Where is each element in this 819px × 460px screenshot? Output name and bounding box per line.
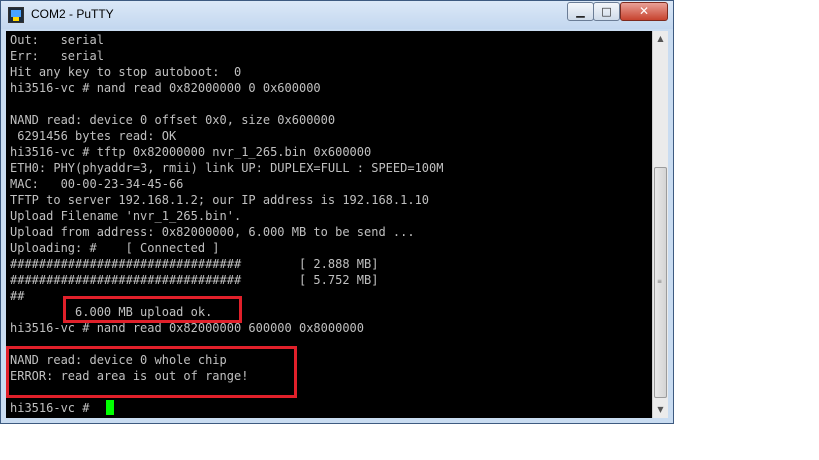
terminal-line: Out: serial [10,33,104,47]
terminal-line: NAND read: device 0 offset 0x0, size 0x6… [10,113,336,127]
window-title: COM2 - PuTTY [31,7,114,21]
terminal-line: Err: serial [10,49,104,63]
app-icon-bolt [13,17,19,21]
terminal-line: Uploading: # [ Connected ] [10,241,220,255]
terminal-line: ################################ [ 2.888… [10,257,379,271]
minimize-button[interactable]: ▁ [567,2,594,21]
vertical-scrollbar[interactable]: ▲ ≡ ▼ [652,31,668,418]
scrollbar-thumb[interactable]: ≡ [654,167,667,398]
close-button[interactable]: ✕ [620,2,668,21]
terminal-line: hi3516-vc # tftp 0x82000000 nvr_1_265.bi… [10,145,372,159]
terminal-line: ETH0: PHY(phyaddr=3, rmii) link UP: DUPL… [10,161,444,175]
highlight-upload-ok [63,296,242,323]
maximize-button[interactable]: □ [593,2,620,21]
scroll-down-arrow-icon[interactable]: ▼ [653,402,668,418]
putty-app-icon[interactable] [8,7,24,23]
terminal-line: Hit any key to stop autoboot: 0 [10,65,242,79]
terminal-line: TFTP to server 192.168.1.2; our IP addre… [10,193,430,207]
terminal-line: 6291456 bytes read: OK [10,129,177,143]
terminal-line: hi3516-vc # nand read 0x82000000 0 0x600… [10,81,321,95]
terminal-line: MAC: 00-00-23-34-45-66 [10,177,184,191]
terminal-line: Upload from address: 0x82000000, 6.000 M… [10,225,415,239]
highlight-nand-error [6,346,297,398]
title-bar[interactable]: COM2 - PuTTY ▁ □ ✕ [1,1,673,29]
app-icon-screen [11,10,21,17]
terminal-line: ################################ [ 5.752… [10,273,379,287]
terminal-line: ## [10,289,25,303]
terminal-line: hi3516-vc # [10,401,97,415]
scrollbar-grip-icon: ≡ [657,278,663,285]
scroll-up-arrow-icon[interactable]: ▲ [653,31,668,47]
terminal-line: Upload Filename 'nvr_1_265.bin'. [10,209,242,223]
terminal-cursor [106,400,114,415]
